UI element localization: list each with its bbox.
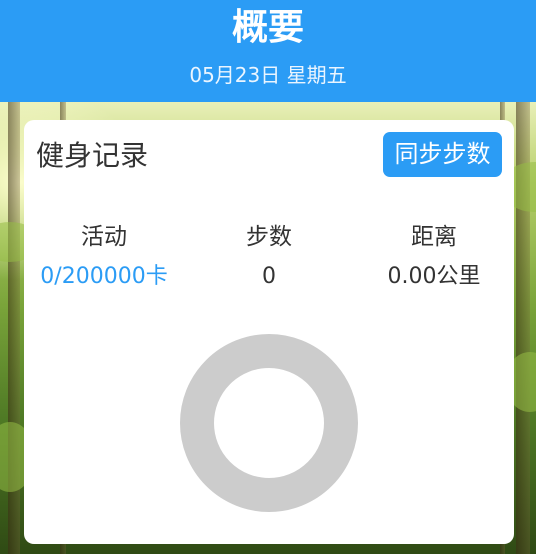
date-label: 05月23日 星期五: [189, 63, 347, 87]
stat-activity: 活动 0/200000卡: [24, 222, 184, 292]
stat-value: 0: [262, 264, 276, 289]
stat-label: 步数: [246, 224, 292, 250]
page-title: 概要: [231, 7, 304, 48]
progress-ring: [180, 334, 358, 512]
stat-label: 活动: [81, 224, 127, 250]
stat-value[interactable]: 0/200000卡: [24, 262, 184, 292]
stat-value: 0.00公里: [387, 264, 481, 289]
top-header: 概要 05月23日 星期五: [0, 0, 536, 102]
card-title: 健身记录: [36, 139, 149, 172]
progress-ring-track: [180, 334, 358, 512]
sync-steps-button[interactable]: 同步步数: [383, 132, 502, 177]
stat-steps: 步数 0: [189, 222, 349, 292]
stat-label: 距离: [411, 224, 457, 250]
fitness-record-card: 健身记录 同步步数 活动 0/200000卡 步数 0 距离 0.00公里: [24, 120, 514, 544]
stat-distance: 距离 0.00公里: [354, 222, 514, 292]
